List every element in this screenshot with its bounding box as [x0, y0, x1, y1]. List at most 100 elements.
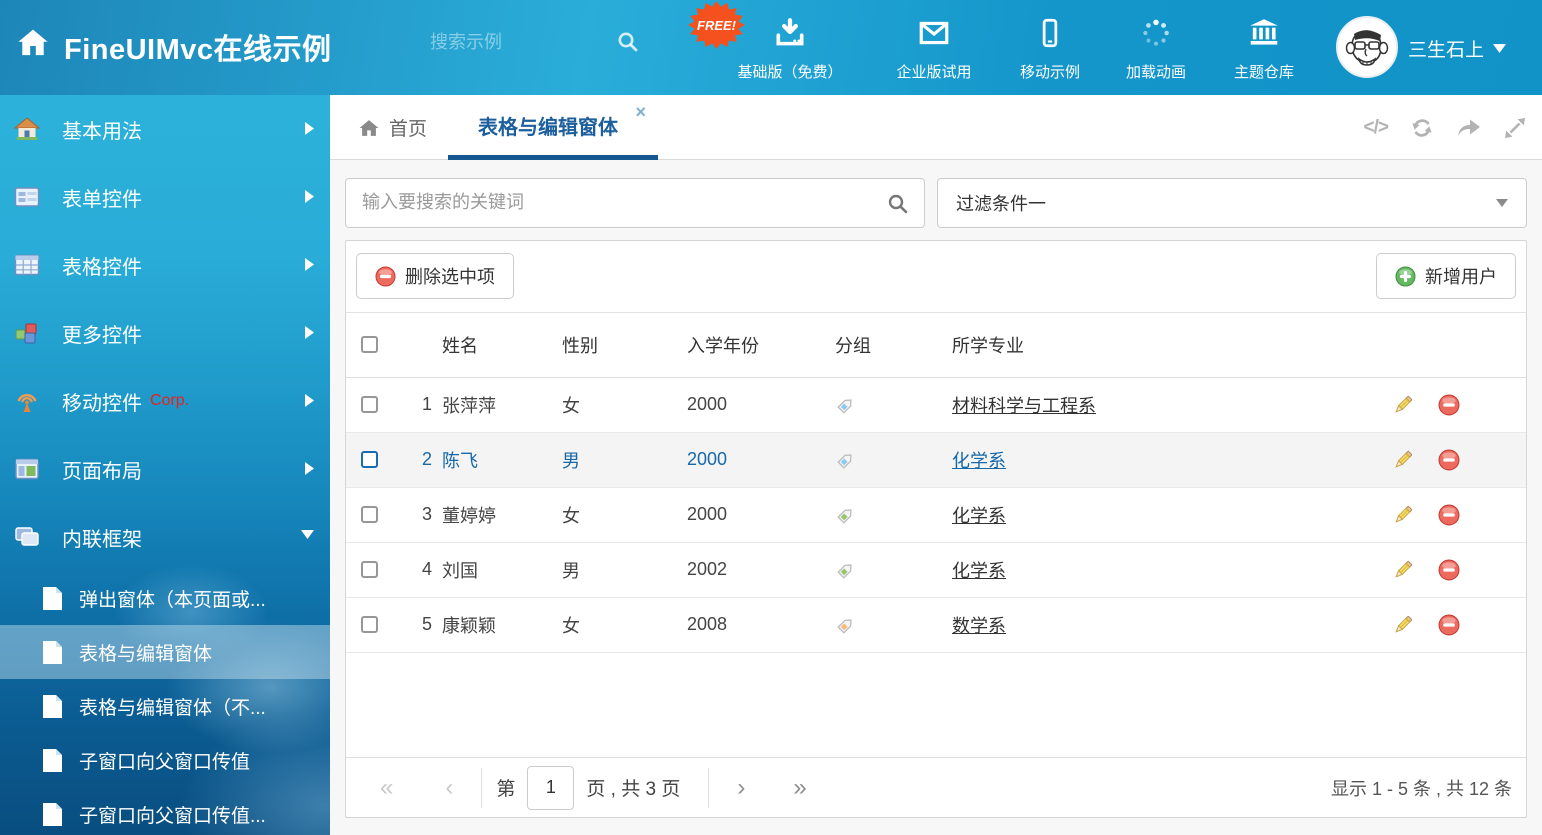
column-header-gender[interactable]: 性别	[562, 313, 687, 377]
plus-circle-icon	[1395, 266, 1416, 287]
sidebar-item-basic-usage[interactable]: 基本用法	[0, 95, 330, 163]
next-page-icon[interactable]: ›	[737, 774, 745, 802]
sidebar-subitem-popup-window[interactable]: 弹出窗体（本页面或...	[0, 571, 330, 625]
table-row[interactable]: 3董婷婷女2000 化学系	[346, 487, 1526, 542]
keyword-search-input[interactable]	[346, 179, 846, 225]
sidebar-subitem-child-to-parent-2[interactable]: 子窗口向父窗口传值...	[0, 787, 330, 835]
close-icon[interactable]: ×	[635, 103, 646, 121]
checkbox-cell[interactable]	[346, 487, 394, 542]
tab-grid-edit-window[interactable]: 表格与编辑窗体 ×	[448, 95, 658, 160]
minus-circle-icon	[375, 266, 396, 287]
nav-theme-store[interactable]: 主题仓库	[1214, 16, 1314, 82]
checkbox-cell[interactable]	[346, 542, 394, 597]
search-icon[interactable]	[886, 192, 910, 216]
pagination-bar: « ‹ 第 页 , 共 3 页 › » 显示 1 - 5 条 , 共 12 条	[346, 757, 1526, 817]
sidebar-item-mobile-controls[interactable]: 移动控件 Corp.	[0, 367, 330, 435]
cell-name: 康颖颖	[442, 597, 562, 652]
column-header-name[interactable]: 姓名	[442, 313, 562, 377]
edit-cell[interactable]	[1392, 487, 1438, 542]
sidebar-item-iframe[interactable]: 内联框架	[0, 503, 330, 571]
delete-minus-icon[interactable]	[1438, 559, 1526, 581]
delete-minus-icon[interactable]	[1438, 614, 1526, 636]
mobile-icon	[1033, 16, 1067, 50]
delete-cell[interactable]	[1438, 432, 1526, 487]
checkbox-cell[interactable]	[346, 432, 394, 487]
home-logo-icon[interactable]	[16, 26, 50, 60]
edit-cell[interactable]	[1392, 377, 1438, 432]
header-search-input[interactable]	[430, 32, 595, 53]
user-avatar[interactable]	[1336, 16, 1398, 78]
open-new-window-icon[interactable]	[1456, 116, 1482, 140]
edit-cell[interactable]	[1392, 542, 1438, 597]
refresh-icon[interactable]	[1410, 116, 1434, 140]
row-checkbox[interactable]	[361, 396, 378, 413]
sidebar-item-form-controls[interactable]: 表单控件	[0, 163, 330, 231]
column-header-year[interactable]: 入学年份	[687, 313, 835, 377]
sidebar-item-more-controls[interactable]: 更多控件	[0, 299, 330, 367]
major-link[interactable]: 材料科学与工程系	[952, 396, 1096, 416]
chevron-right-icon	[305, 394, 314, 407]
row-checkbox[interactable]	[361, 451, 378, 468]
nav-enterprise-trial[interactable]: 企业版试用	[878, 16, 990, 82]
sidebar-item-grid-controls[interactable]: 表格控件	[0, 231, 330, 299]
filter-dropdown[interactable]: 过滤条件一	[937, 178, 1527, 228]
nav-label: 企业版试用	[896, 61, 971, 82]
delete-cell[interactable]	[1438, 542, 1526, 597]
home-icon	[358, 117, 380, 139]
sidebar-item-label: 页面布局	[62, 455, 142, 484]
major-link[interactable]: 化学系	[952, 506, 1006, 526]
checkbox-cell[interactable]	[346, 377, 394, 432]
column-header-major[interactable]: 所学专业	[952, 313, 1392, 377]
search-icon[interactable]	[616, 30, 640, 54]
checkbox-cell[interactable]	[346, 597, 394, 652]
row-checkbox[interactable]	[361, 616, 378, 633]
edit-cell[interactable]	[1392, 432, 1438, 487]
cell-group	[835, 377, 952, 432]
major-link[interactable]: 化学系	[952, 561, 1006, 581]
delete-minus-icon[interactable]	[1438, 394, 1526, 416]
user-name: 三生石上	[1408, 35, 1484, 62]
cell-group	[835, 597, 952, 652]
edit-pencil-icon[interactable]	[1392, 614, 1438, 636]
edit-pencil-icon[interactable]	[1392, 504, 1438, 526]
delete-selected-button[interactable]: 删除选中项	[356, 253, 514, 299]
sidebar-subitem-grid-edit-window[interactable]: 表格与编辑窗体	[0, 625, 330, 679]
tab-home[interactable]: 首页	[358, 95, 427, 160]
nav-loading-animations[interactable]: 加载动画	[1106, 16, 1206, 82]
major-link[interactable]: 化学系	[952, 451, 1006, 471]
row-checkbox[interactable]	[361, 506, 378, 523]
table-row[interactable]: 5康颖颖女2008 数学系	[346, 597, 1526, 652]
table-header-row: 姓名 性别 入学年份 分组 所学专业	[346, 313, 1526, 377]
table-row[interactable]: 1张萍萍女2000 材料科学与工程系	[346, 377, 1526, 432]
edit-pencil-icon[interactable]	[1392, 394, 1438, 416]
edit-pencil-icon[interactable]	[1392, 449, 1438, 471]
user-menu[interactable]: 三生石上	[1408, 35, 1506, 62]
first-page-icon[interactable]: «	[380, 774, 393, 802]
delete-cell[interactable]	[1438, 487, 1526, 542]
nav-mobile-demo[interactable]: 移动示例	[1000, 16, 1100, 82]
top-header: FineUIMvc在线示例 FREE! 基础版（免费） 企业版试用 移动示例	[0, 0, 1542, 95]
select-all-checkbox[interactable]	[361, 336, 378, 353]
row-number: 3	[394, 487, 442, 542]
bank-icon	[1247, 16, 1281, 50]
delete-cell[interactable]	[1438, 597, 1526, 652]
delete-cell[interactable]	[1438, 377, 1526, 432]
fullscreen-icon[interactable]	[1504, 117, 1526, 139]
edit-cell[interactable]	[1392, 597, 1438, 652]
last-page-icon[interactable]: »	[793, 774, 806, 802]
row-checkbox[interactable]	[361, 561, 378, 578]
column-header-group[interactable]: 分组	[835, 313, 952, 377]
view-source-icon[interactable]: </>	[1364, 117, 1388, 139]
table-row[interactable]: 2陈飞男2000 化学系	[346, 432, 1526, 487]
sidebar-subitem-child-to-parent[interactable]: 子窗口向父窗口传值	[0, 733, 330, 787]
prev-page-icon[interactable]: ‹	[445, 774, 453, 802]
sidebar-item-page-layout[interactable]: 页面布局	[0, 435, 330, 503]
sidebar-subitem-grid-edit-window-no[interactable]: 表格与编辑窗体（不...	[0, 679, 330, 733]
edit-pencil-icon[interactable]	[1392, 559, 1438, 581]
page-number-input[interactable]	[527, 766, 574, 810]
delete-minus-icon[interactable]	[1438, 449, 1526, 471]
delete-minus-icon[interactable]	[1438, 504, 1526, 526]
table-row[interactable]: 4刘国男2002 化学系	[346, 542, 1526, 597]
major-link[interactable]: 数学系	[952, 616, 1006, 636]
add-user-button[interactable]: 新增用户	[1376, 253, 1516, 299]
